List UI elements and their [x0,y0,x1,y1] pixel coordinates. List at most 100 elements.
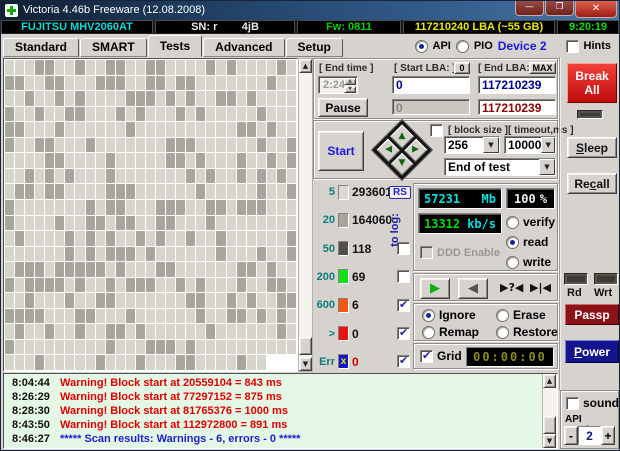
sound-checkbox-label: sound [583,396,619,410]
rs-button[interactable]: RS [389,185,411,199]
legend-swatch [338,326,349,342]
ignore-radio [422,308,435,322]
block-size-select[interactable]: 256 ▼ [444,136,500,154]
recall-button[interactable]: Re c all [567,173,617,194]
grid-checkbox [420,349,433,363]
legend-swatch [338,184,349,200]
drive-model: FUJITSU MHV2060AT [1,20,153,34]
log-over-checkbox[interactable] [397,326,410,341]
scroll-down-icon[interactable]: ▼ [299,357,312,371]
power-button[interactable]: Power [565,340,619,363]
log-scrollbar[interactable]: ▲ ▼ [542,374,557,448]
speed-lcd: 13312 kb/s [418,213,502,234]
sound-checkbox[interactable] [566,396,579,410]
misc-panel: sound API number - 2 + [560,390,619,449]
api-radio[interactable] [414,39,428,53]
transport-group: ▶ ◀ ▶?◀ ▶|◀ [413,273,558,301]
api-number-stepper: - 2 + [564,426,615,445]
spin-up-icon[interactable]: ▲ [344,78,356,85]
log-600-checkbox[interactable] [397,298,410,312]
tab-tests[interactable]: Tests [147,35,203,57]
scroll-up-icon[interactable]: ▲ [543,374,556,388]
butterfly-seek-button[interactable]: ▶|◀ [530,281,551,294]
tab-standard[interactable]: Standard [3,38,80,57]
write-option[interactable]: write [506,255,551,269]
scroll-up-icon[interactable]: ▲ [299,59,312,73]
verify-option[interactable]: verify [506,215,555,229]
maximize-button[interactable]: ❐ [545,1,574,16]
after-action-select[interactable]: End of test ▼ [444,158,556,176]
clock: 9:20:19 [557,20,619,34]
api-radio-label: API [432,40,451,52]
tab-setup[interactable]: Setup [285,38,343,57]
legend-swatch [338,269,349,285]
api-number-increment-button[interactable]: + [601,426,615,445]
scrollbar-thumb[interactable] [543,416,556,434]
block-map [4,59,297,371]
break-all-button[interactable]: Break All [567,63,617,103]
grid-option[interactable]: Grid [420,349,462,363]
remap-radio [422,325,435,339]
chevron-down-icon[interactable]: ▼ [483,137,499,153]
chevron-down-icon[interactable]: ▼ [541,137,555,153]
sidebar: Break All Sleep Re c all Rd Wrt Passp Powe… [559,57,619,390]
pause-button[interactable]: Pause [318,98,368,117]
end-lba-confirm-field[interactable]: 117210239 [478,99,556,115]
hints-checkbox[interactable] [565,39,579,53]
timeout-select[interactable]: 10000 ▼ [504,136,556,154]
restore-option[interactable]: Restore [496,325,558,339]
log-entry: 8:43:50 Warning! Block start at 11297280… [12,419,288,431]
read-led-label: Rd [567,287,582,299]
device-label: Device 2 [497,39,547,53]
scrollbar-thumb[interactable] [299,337,312,355]
legend-row: 5 293601 RS [313,184,411,200]
scroll-down-icon[interactable]: ▼ [543,434,556,448]
write-radio [506,255,519,269]
sleep-button[interactable]: Sleep [567,137,617,158]
write-led [594,273,618,285]
minimize-button[interactable]: — [515,1,544,16]
app-icon [5,4,18,17]
log-200-checkbox[interactable] [397,270,410,284]
legend-swatch [338,212,349,228]
start-lba-input[interactable]: 0 [392,76,470,94]
pio-radio-label: PIO [473,40,493,52]
spin-down-icon[interactable]: ▼ [344,86,356,93]
block-map-scrollbar[interactable]: ▲ ▼ [298,58,313,372]
close-button[interactable]: ✕ [575,1,617,18]
tab-smart[interactable]: SMART [80,38,147,57]
log-err-checkbox[interactable] [397,354,410,369]
play-button[interactable]: ▶ [420,278,450,299]
erase-option[interactable]: Erase [496,308,546,322]
random-seek-button[interactable]: ▶?◀ [500,281,523,294]
start-button[interactable]: Start [318,131,364,171]
ddd-enable-option[interactable]: DDD Enable [420,246,500,259]
status-bar: FUJITSU MHV2060AT SN: r 4jB Fw: 0811 117… [1,20,619,34]
ignore-option[interactable]: Ignore [422,308,476,322]
diamond-option-checkbox[interactable] [430,124,443,137]
read-option[interactable]: read [506,235,548,249]
password-button[interactable]: Passp [565,304,619,325]
log-entry: 8:26:29 Warning! Block start at 77297152… [12,391,282,403]
back-button[interactable]: ◀ [458,278,488,299]
window-title: Victoria 4.46b Freeware (12.08.2008) [23,4,206,16]
chevron-down-icon[interactable]: ▼ [539,159,555,175]
api-number-value: 2 [578,426,601,445]
api-number-decrement-button[interactable]: - [564,426,578,445]
current-lba-field: 0 [392,99,470,115]
write-led-label: Wrt [594,287,613,299]
start-lba-zero-button[interactable]: 0 [454,62,470,74]
seek-direction-control[interactable]: ▲ ▶ ◀ ▼ [370,118,434,182]
event-log: 8:04:44 Warning! Block start at 20559104… [3,373,558,449]
test-options-group: Start ▲ ▶ ◀ ▼ [ block size ] [ timeout,m… [313,118,574,182]
erase-radio [496,308,509,322]
pio-radio[interactable] [455,39,469,53]
remap-option[interactable]: Remap [422,325,479,339]
lba-setup-group: [ End time ] [ Start LBA: ] 0 [ End LBA:… [313,58,558,119]
max-lba-button[interactable]: MAX [529,62,556,74]
end-time-spinner[interactable]: 2:24 ▲ ▼ [318,76,358,94]
end-lba-input[interactable]: 117210239 [478,76,556,94]
block-size-label: [ block size ] [448,125,509,136]
tab-advanced[interactable]: Advanced [203,38,285,57]
log-entry: 8:28:30 Warning! Block start at 81765376… [12,405,288,417]
